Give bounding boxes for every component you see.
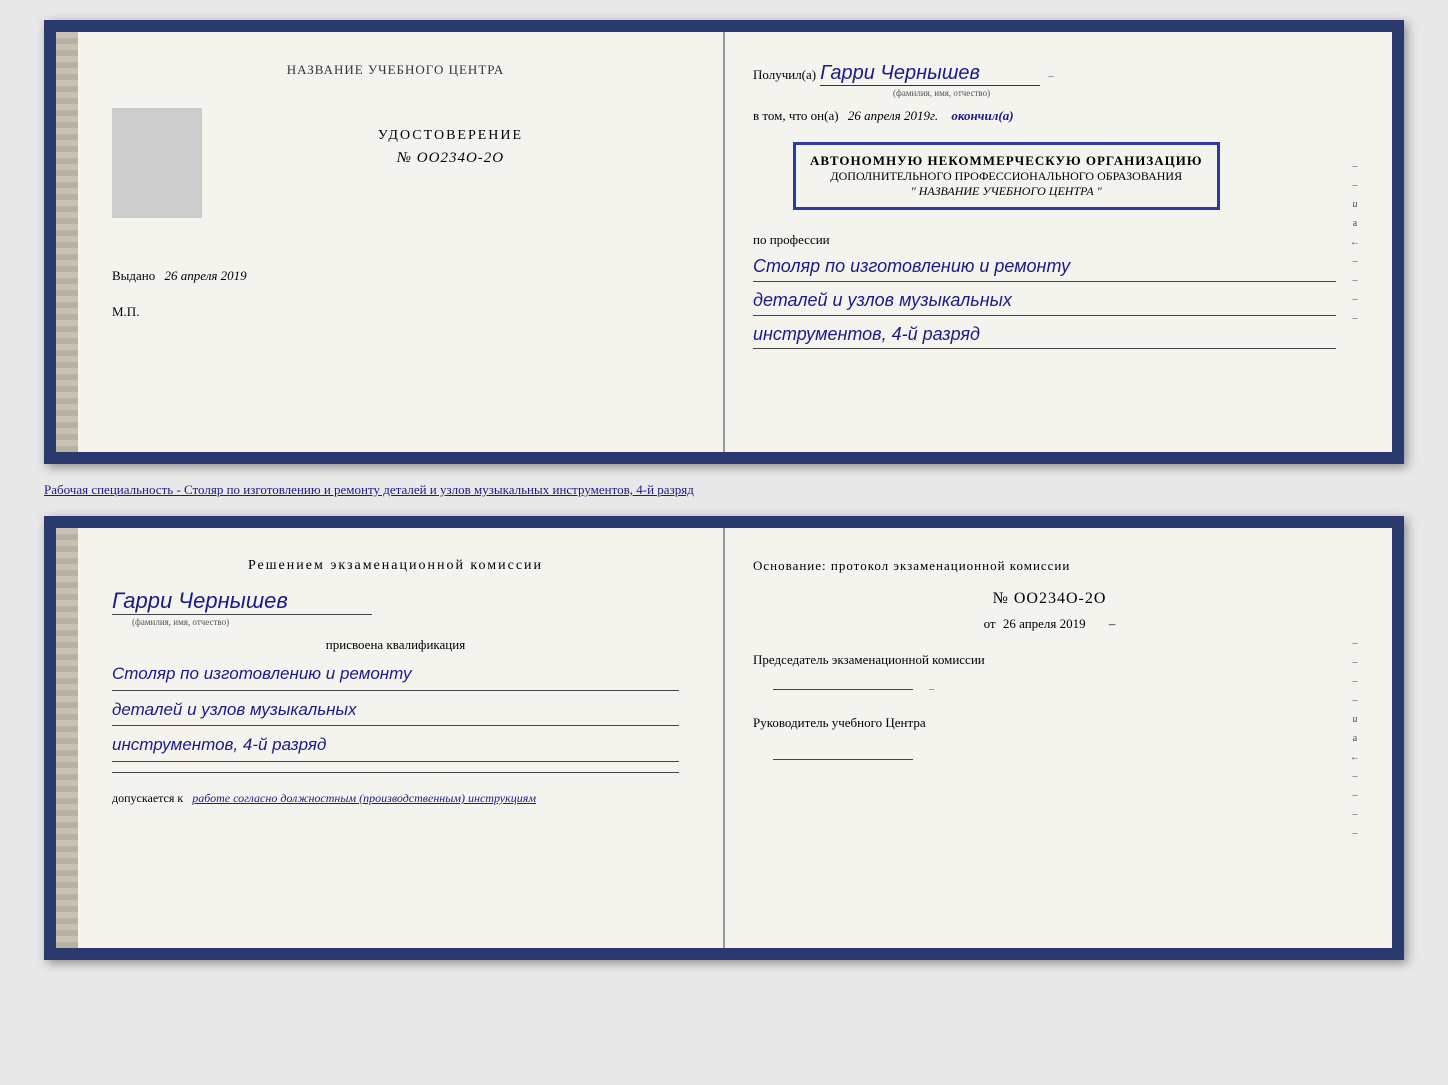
head-block: Руководитель учебного Центра — [753, 715, 1346, 765]
chairman-label: Председатель экзаменационной комиссии — [753, 652, 1346, 668]
head-label: Руководитель учебного Центра — [753, 715, 1346, 731]
qual-line1: Столяр по изготовлению и ремонту — [112, 659, 679, 691]
protocol-date-line: от 26 апреля 2019 – — [753, 616, 1346, 632]
cert-label: УДОСТОВЕРЕНИЕ — [222, 128, 679, 144]
head-sig-area — [763, 747, 1346, 765]
qual-line3: инструментов, 4-й разряд — [112, 730, 679, 762]
top-left-page: НАЗВАНИЕ УЧЕБНОГО ЦЕНТРА УДОСТОВЕРЕНИЕ №… — [56, 32, 725, 452]
commission-title: Решением экзаменационной комиссии — [112, 558, 679, 574]
profession-line2: деталей и узлов музыкальных — [753, 286, 1336, 316]
profession-label: по профессии — [753, 232, 1336, 248]
stamp-line2: ДОПОЛНИТЕЛЬНОГО ПРОФЕССИОНАЛЬНОГО ОБРАЗО… — [810, 169, 1203, 184]
bottom-left-page: Решением экзаменационной комиссии Гарри … — [56, 528, 725, 948]
qualification-label: присвоена квалификация — [112, 637, 679, 653]
access-prefix: допускается к — [112, 791, 183, 805]
protocol-date: 26 апреля 2019 — [1003, 616, 1086, 631]
access-line: допускается к работе согласно должностны… — [112, 791, 679, 806]
profession-block: по профессии Столяр по изготовлению и ре… — [753, 232, 1336, 349]
top-left-content: НАЗВАНИЕ УЧЕБНОГО ЦЕНТРА УДОСТОВЕРЕНИЕ №… — [112, 62, 679, 320]
issued-prefix: Выдано — [112, 268, 155, 283]
qual-line2: деталей и узлов музыкальных — [112, 695, 679, 727]
cert-number-top: № OO234O-2O — [222, 150, 679, 167]
specialty-text: Рабочая специальность - Столяр по изгото… — [44, 482, 694, 497]
bottom-right-page: Основание: протокол экзаменационной коми… — [725, 528, 1392, 948]
recipient-name-top: Гарри Чернышев — [820, 62, 1040, 86]
finished-label: окончил(а) — [951, 108, 1013, 123]
tom-line-block: в том, что он(а) 26 апреля 2019г. окончи… — [753, 108, 1336, 124]
dash-separator: – — [1048, 70, 1054, 82]
issued-date: 26 апреля 2019 — [165, 268, 247, 283]
top-right-page: Получил(а) Гарри Чернышев – (фамилия, им… — [725, 32, 1392, 452]
person-block-bottom: Гарри Чернышев (фамилия, имя, отчество) — [112, 588, 679, 627]
fio-hint-bottom: (фамилия, имя, отчество) — [132, 617, 679, 627]
tom-date: 26 апреля 2019г. — [848, 108, 938, 123]
right-side-marks-top: – – и а ← – – – – — [1346, 62, 1364, 422]
protocol-date-prefix: от — [984, 616, 996, 631]
spine-decoration-left — [56, 32, 78, 452]
person-name-bottom: Гарри Чернышев — [112, 588, 372, 615]
stamp-line3: " НАЗВАНИЕ УЧЕБНОГО ЦЕНТРА " — [810, 184, 1203, 199]
profession-text: Столяр по изготовлению и ремонту деталей… — [753, 252, 1336, 349]
org-name-top: НАЗВАНИЕ УЧЕБНОГО ЦЕНТРА — [112, 62, 679, 78]
specialty-bar: Рабочая специальность - Столяр по изгото… — [44, 482, 1404, 498]
protocol-number: № OO234O-2O — [753, 590, 1346, 608]
chairman-sig-line — [773, 689, 913, 690]
profession-line1: Столяр по изготовлению и ремонту — [753, 252, 1336, 282]
tom-prefix: в том, что он(а) — [753, 108, 839, 123]
top-document-pair: НАЗВАНИЕ УЧЕБНОГО ЦЕНТРА УДОСТОВЕРЕНИЕ №… — [44, 20, 1404, 464]
spine-decoration-left-bottom — [56, 528, 78, 948]
right-side-marks-bottom: – – – – и а ← – – – – — [1346, 558, 1364, 918]
issued-line: Выдано 26 апреля 2019 — [112, 268, 679, 284]
stamp-line1: АВТОНОМНУЮ НЕКОММЕРЧЕСКУЮ ОРГАНИЗАЦИЮ — [810, 153, 1203, 169]
chairman-sig-area: – — [763, 684, 1346, 695]
bottom-left-content: Решением экзаменационной комиссии Гарри … — [112, 558, 679, 806]
stamp-box: АВТОНОМНУЮ НЕКОММЕРЧЕСКУЮ ОРГАНИЗАЦИЮ ДО… — [793, 142, 1220, 210]
access-text: работе согласно должностным (производств… — [192, 791, 536, 805]
fio-hint-top: (фамилия, имя, отчество) — [893, 88, 1336, 98]
qualification-text: Столяр по изготовлению и ремонту деталей… — [112, 659, 679, 762]
profession-line3: инструментов, 4-й разряд — [753, 320, 1336, 350]
bottom-right-content: Основание: протокол экзаменационной коми… — [753, 558, 1346, 918]
basis-title: Основание: протокол экзаменационной коми… — [753, 558, 1346, 574]
stamp-container: АВТОНОМНУЮ НЕКОММЕРЧЕСКУЮ ОРГАНИЗАЦИЮ ДО… — [753, 134, 1336, 218]
recipient-block: Получил(а) Гарри Чернышев – (фамилия, им… — [753, 62, 1336, 98]
photo-placeholder — [112, 108, 202, 218]
mp-label: М.П. — [112, 304, 679, 320]
recipient-prefix: Получил(а) — [753, 67, 816, 82]
chairman-block: Председатель экзаменационной комиссии – — [753, 652, 1346, 695]
date-dash: – — [1109, 616, 1116, 631]
bottom-document-pair: Решением экзаменационной комиссии Гарри … — [44, 516, 1404, 960]
top-right-content: Получил(а) Гарри Чернышев – (фамилия, им… — [753, 62, 1346, 422]
head-sig-line — [773, 759, 913, 760]
